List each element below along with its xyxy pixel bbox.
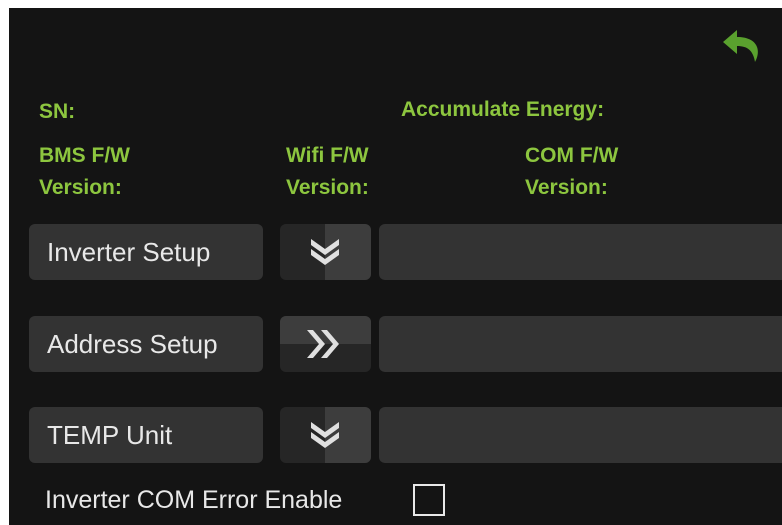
inverter-setup-button[interactable]: Inverter Setup — [29, 224, 263, 280]
settings-screen: SN: Accumulate Energy: BMS F/W Version: … — [9, 8, 782, 525]
com-fw-version-label: COM F/W Version: — [525, 144, 619, 199]
temp-unit-value[interactable] — [379, 407, 782, 463]
inverter-setup-toggle[interactable] — [280, 224, 371, 280]
inverter-setup-value[interactable] — [379, 224, 782, 280]
accumulate-energy-label: Accumulate Energy: — [401, 98, 605, 121]
com-error-enable-label: Inverter COM Error Enable — [45, 486, 343, 514]
wifi-fw-version-label: Wifi F/W Version: — [286, 144, 369, 199]
chevron-down-icon — [311, 422, 339, 448]
address-setup-button[interactable]: Address Setup — [29, 316, 263, 372]
temp-unit-button[interactable]: TEMP Unit — [29, 407, 263, 463]
com-error-enable-checkbox[interactable] — [413, 484, 445, 516]
sn-label: SN: — [39, 100, 76, 123]
back-arrow-icon[interactable] — [719, 22, 769, 72]
chevron-down-icon — [311, 239, 339, 265]
temp-unit-toggle[interactable] — [280, 407, 371, 463]
bms-fw-version-label: BMS F/W Version: — [39, 144, 130, 199]
address-setup-value[interactable] — [379, 316, 782, 372]
chevron-right-icon — [307, 330, 339, 358]
address-setup-toggle[interactable] — [280, 316, 371, 372]
